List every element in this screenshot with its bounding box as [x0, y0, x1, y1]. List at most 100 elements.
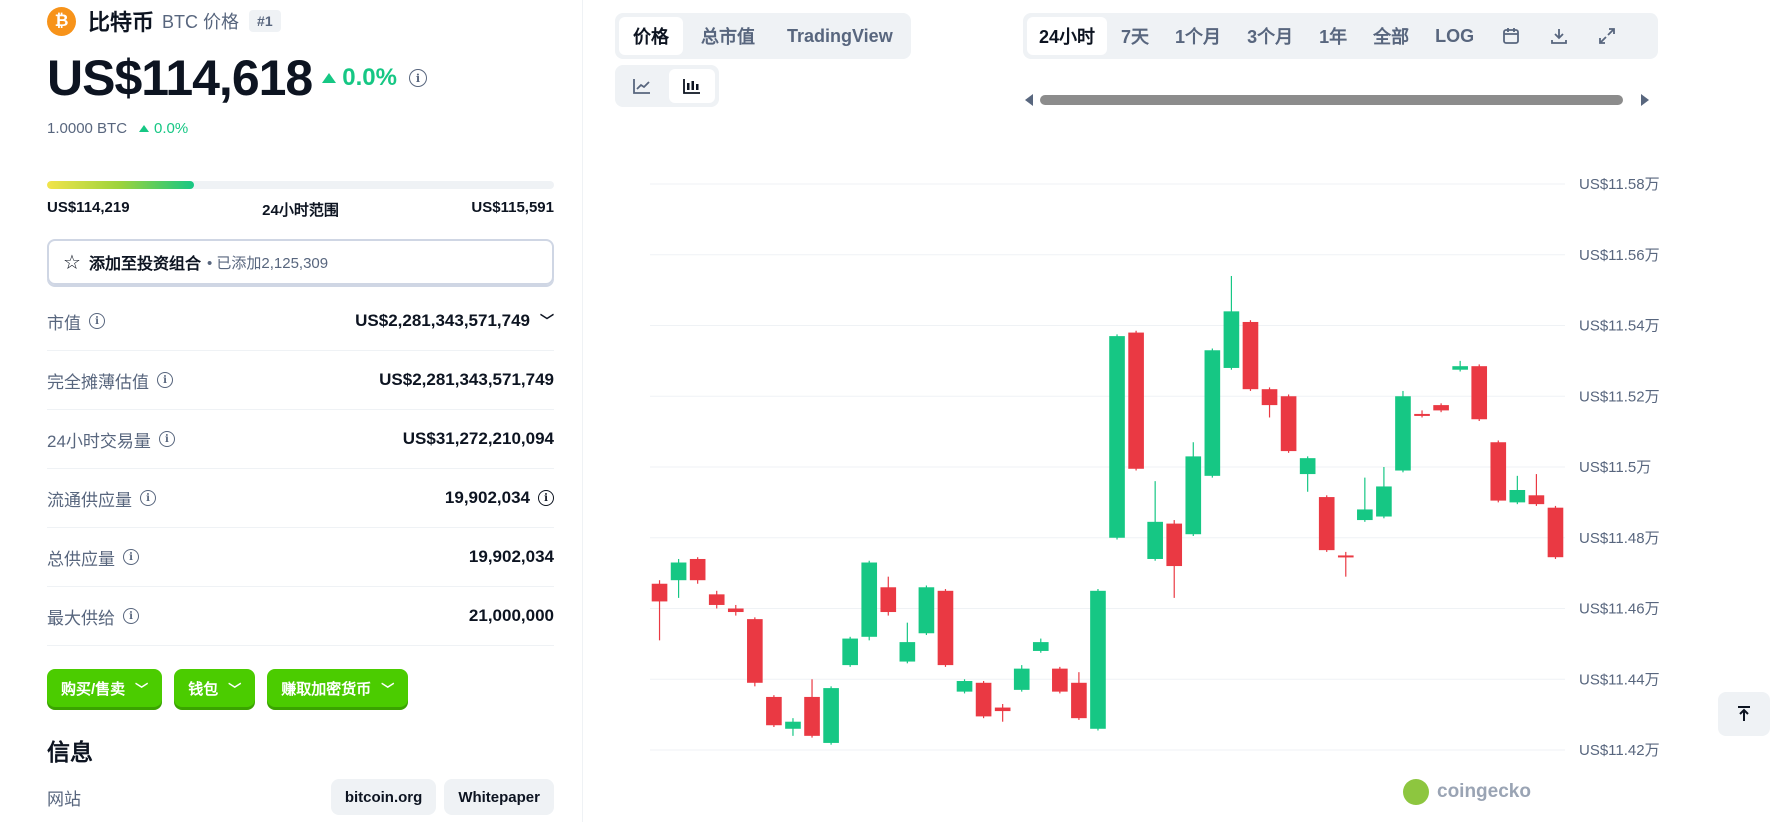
scroll-left-arrow[interactable] [1025, 94, 1033, 106]
candle [1433, 403, 1449, 413]
candle-body [1204, 350, 1221, 476]
star-icon: ☆ [63, 251, 81, 274]
candle-body [689, 558, 706, 581]
website-links: bitcoin.org Whitepaper [330, 779, 554, 815]
info-icon[interactable]: i [123, 549, 139, 565]
candle [1013, 665, 1030, 692]
candle [1318, 495, 1335, 552]
candle-body [1032, 642, 1049, 651]
info-icon[interactable]: i [408, 69, 427, 87]
stat-value: 19,902,034 [468, 547, 554, 566]
earn-crypto-button[interactable]: 赚取加密货币 ﹀ [267, 669, 409, 707]
tab-3m[interactable]: 3个月 [1235, 17, 1305, 55]
wallet-button[interactable]: 钱包 ﹀ [174, 669, 256, 707]
candle-body [1185, 456, 1202, 535]
candle-body [766, 696, 782, 726]
wallet-label: 钱包 [188, 680, 219, 698]
line-chart-icon [633, 79, 650, 94]
candle [747, 617, 763, 687]
candle-body [1090, 590, 1106, 729]
tab-7d[interactable]: 7天 [1109, 17, 1161, 55]
candle [1490, 440, 1507, 503]
candle [918, 585, 935, 636]
candle [1452, 360, 1468, 372]
coin-symbol: BTC 价格 [162, 12, 240, 32]
buy-sell-button[interactable]: 购买/售卖 ﹀ [47, 669, 163, 707]
candle-body [670, 562, 687, 581]
stats-list: 市值 i US$2,281,343,571,749 ﹀ 完全摊薄估值 i US$2,2… [47, 292, 554, 646]
candle [1299, 456, 1316, 492]
candle [842, 636, 858, 667]
range-bar-fill [47, 181, 195, 189]
tab-1y[interactable]: 1年 [1307, 17, 1359, 55]
candle-body [1261, 389, 1278, 406]
coin-header: ₿ 比特币 BTC 价格 #1 [47, 6, 281, 36]
candle-body [1223, 311, 1240, 368]
tab-market-cap[interactable]: 总市值 [687, 17, 769, 55]
candle-body [1147, 521, 1163, 559]
candle [785, 718, 801, 736]
stat-fdv: 完全摊薄估值 i US$2,281,343,571,749 [47, 351, 554, 410]
btc-value: 1.0000 BTC [47, 120, 128, 137]
tab-log[interactable]: LOG [1423, 17, 1486, 55]
candle [823, 686, 839, 745]
candle-body [937, 590, 954, 666]
download-icon [1551, 29, 1567, 44]
candle [994, 704, 1011, 722]
website-link[interactable]: bitcoin.org [330, 779, 437, 815]
download-button[interactable] [1536, 17, 1582, 55]
whitepaper-link[interactable]: Whitepaper [444, 779, 554, 815]
range-labels: US$114,219 24小时范围 US$115,591 [47, 199, 554, 220]
info-icon[interactable]: i [89, 313, 105, 329]
btc-change-value: 0.0% [154, 120, 189, 137]
calendar-icon [1503, 28, 1519, 44]
candle [899, 622, 916, 664]
candlestick-chart-tab[interactable] [669, 69, 715, 103]
back-to-top-button[interactable] [1718, 692, 1770, 736]
candle [1147, 481, 1163, 561]
candle [670, 558, 687, 598]
candle [1376, 467, 1392, 519]
info-icon[interactable]: i [140, 490, 156, 506]
candle [1185, 442, 1202, 536]
bitcoin-logo-icon: ₿ [47, 6, 76, 36]
calendar-button[interactable] [1488, 17, 1534, 55]
candle-body [1242, 321, 1259, 390]
candle-body [1471, 366, 1488, 420]
tab-24h[interactable]: 24小时 [1027, 17, 1108, 55]
y-tick-label: US$11.48万 [1579, 530, 1660, 547]
chart-scrollbar-thumb[interactable] [1040, 95, 1623, 105]
info-icon[interactable]: i [123, 608, 139, 624]
candle-body [861, 562, 878, 637]
y-tick-label: US$11.44万 [1579, 671, 1660, 688]
stat-market-cap: 市值 i US$2,281,343,571,749 ﹀ [47, 292, 554, 351]
y-tick-label: US$11.46万 [1579, 601, 1660, 618]
tab-all[interactable]: 全部 [1361, 17, 1421, 55]
candle [1414, 410, 1430, 418]
tab-1m[interactable]: 1个月 [1163, 17, 1233, 55]
line-chart-tab[interactable] [619, 69, 665, 103]
range-high: US$115,591 [471, 199, 554, 216]
fullscreen-button[interactable] [1584, 17, 1630, 55]
candle-body [1509, 489, 1526, 503]
tab-tradingview[interactable]: TradingView [773, 17, 907, 55]
info-icon[interactable]: i [158, 431, 175, 447]
candle [1357, 477, 1373, 522]
y-tick-label: US$11.54万 [1579, 318, 1660, 335]
market-cap-toggle[interactable]: US$2,281,343,571,749 ﹀ [355, 311, 554, 331]
expand-icon [1599, 28, 1615, 44]
price-change: 0.0% [322, 64, 397, 92]
stat-label: 最大供给 [47, 608, 115, 628]
candle-body [1376, 486, 1392, 517]
candle-body [785, 721, 801, 729]
info-icon[interactable]: i [157, 372, 173, 388]
stat-label: 24小时交易量 [47, 431, 151, 451]
chevron-down-icon: ﹀ [228, 681, 242, 697]
candle [708, 590, 725, 609]
add-to-portfolio-button[interactable]: ☆ 添加至投资组合 • 已添加2,125,309 [47, 239, 554, 285]
tab-price[interactable]: 价格 [619, 17, 683, 55]
stat-value: US$31,272,210,094 [402, 429, 554, 448]
scroll-right-arrow[interactable] [1641, 94, 1649, 106]
info-icon[interactable]: i [538, 490, 554, 506]
candle [727, 604, 744, 616]
